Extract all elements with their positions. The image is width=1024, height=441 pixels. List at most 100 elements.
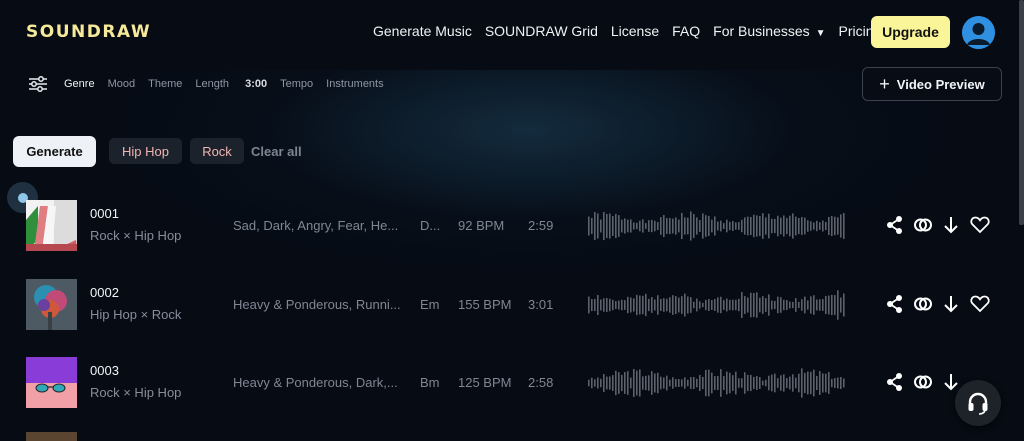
heart-icon[interactable] (969, 293, 991, 315)
waveform-bar (600, 299, 602, 311)
waveform-bar (651, 219, 653, 233)
waveform-bar (594, 299, 596, 311)
filter-tempo[interactable]: Tempo (280, 78, 313, 90)
waveform-bar (681, 212, 683, 240)
waveform-bar (627, 371, 629, 395)
tag-chip-hip-hop[interactable]: Hip Hop (109, 138, 182, 164)
waveform-bar (771, 218, 773, 234)
waveform-bar (597, 213, 599, 239)
video-preview-label: Video Preview (896, 76, 985, 92)
waveform[interactable] (588, 365, 848, 401)
nav-generate-music[interactable]: Generate Music (373, 23, 472, 39)
waveform-bar (645, 293, 647, 317)
download-icon[interactable] (940, 214, 962, 236)
waveform-bar (603, 374, 605, 392)
waveform-bar (699, 220, 701, 232)
waveform-bar (654, 220, 656, 232)
waveform-bar (840, 214, 842, 238)
nav-for-businesses[interactable]: For Businesses ▼ (713, 23, 825, 39)
link-icon[interactable] (912, 371, 934, 393)
waveform-bar (732, 299, 734, 311)
waveform-bar (702, 213, 704, 239)
waveform-bar (798, 217, 800, 235)
track-row[interactable]: 0001 Rock × Hip Hop Sad, Dark, Angry, Fe… (0, 200, 1020, 260)
waveform-bar (687, 217, 689, 235)
waveform-bar (837, 290, 839, 320)
waveform-bar (828, 295, 830, 315)
waveform-bar (612, 216, 614, 236)
tag-chip-rock[interactable]: Rock (190, 138, 244, 164)
heart-icon[interactable] (969, 214, 991, 236)
upgrade-button[interactable]: Upgrade (871, 16, 950, 48)
waveform-bar (690, 211, 692, 241)
video-preview-button[interactable]: + Video Preview (862, 67, 1002, 101)
waveform-bar (822, 373, 824, 393)
filter-length[interactable]: Length 3:00 (195, 78, 267, 90)
waveform-bar (609, 376, 611, 390)
waveform-bar (774, 300, 776, 310)
waveform-bar (678, 379, 680, 387)
waveform-bar (843, 378, 845, 388)
waveform-bar (807, 300, 809, 310)
waveform-bar (669, 297, 671, 313)
scrollbar-thumb[interactable] (1019, 0, 1024, 225)
nav-license[interactable]: License (611, 23, 659, 39)
sliders-icon[interactable] (28, 76, 48, 92)
share-icon[interactable] (884, 371, 906, 393)
waveform[interactable] (588, 208, 848, 244)
waveform-bar (843, 293, 845, 317)
nav-faq[interactable]: FAQ (672, 23, 700, 39)
share-icon[interactable] (884, 293, 906, 315)
waveform-bar (702, 302, 704, 308)
user-icon[interactable] (962, 16, 995, 49)
waveform-bar (684, 377, 686, 389)
filter-mood[interactable]: Mood (108, 78, 136, 90)
waveform-bar (633, 298, 635, 312)
waveform-bar (807, 220, 809, 232)
waveform-bar (618, 300, 620, 310)
waveform-bar (828, 372, 830, 394)
filter-genre[interactable]: Genre (64, 78, 95, 90)
download-icon[interactable] (940, 293, 962, 315)
waveform-bar (705, 299, 707, 311)
waveform[interactable] (588, 287, 848, 323)
nav-soundraw-grid[interactable]: SOUNDRAW Grid (485, 23, 598, 39)
share-icon[interactable] (884, 214, 906, 236)
waveform-bar (801, 299, 803, 311)
waveform-bar (606, 298, 608, 312)
waveform-bar (774, 373, 776, 393)
filter-theme[interactable]: Theme (148, 78, 182, 90)
waveform-bar (603, 211, 605, 241)
track-genre: Rock × Hip Hop (90, 228, 182, 243)
filter-instruments[interactable]: Instruments (326, 78, 383, 90)
waveform-bar (744, 372, 746, 394)
waveform-bar (819, 299, 821, 311)
track-artwork (26, 200, 77, 251)
waveform-bar (771, 374, 773, 392)
waveform-bar (693, 214, 695, 238)
link-icon[interactable] (912, 293, 934, 315)
waveform-bar (660, 299, 662, 311)
waveform-bar (666, 375, 668, 391)
waveform-bar (747, 374, 749, 392)
waveform-bar (789, 215, 791, 237)
waveform-bar (825, 373, 827, 393)
waveform-bar (762, 296, 764, 314)
clear-all-button[interactable]: Clear all (251, 144, 302, 159)
waveform-bar (714, 299, 716, 311)
link-icon[interactable] (912, 214, 934, 236)
waveform-bar (804, 372, 806, 394)
headset-icon[interactable] (955, 380, 1001, 426)
generate-button[interactable]: Generate (13, 136, 96, 167)
waveform-bar (831, 378, 833, 388)
waveform-bar (801, 368, 803, 398)
track-row[interactable]: 0002 Hip Hop × Rock Heavy & Ponderous, R… (0, 279, 1020, 339)
waveform-bar (816, 220, 818, 232)
waveform-bar (663, 377, 665, 389)
waveform-bar (738, 222, 740, 230)
track-row[interactable]: 0003 Rock × Hip Hop Heavy & Ponderous, D… (0, 357, 1020, 417)
track-bpm: 125 BPM (458, 375, 512, 390)
waveform-bar (732, 221, 734, 231)
logo[interactable]: SOUNDRAW (26, 22, 151, 42)
waveform-bar (654, 299, 656, 311)
